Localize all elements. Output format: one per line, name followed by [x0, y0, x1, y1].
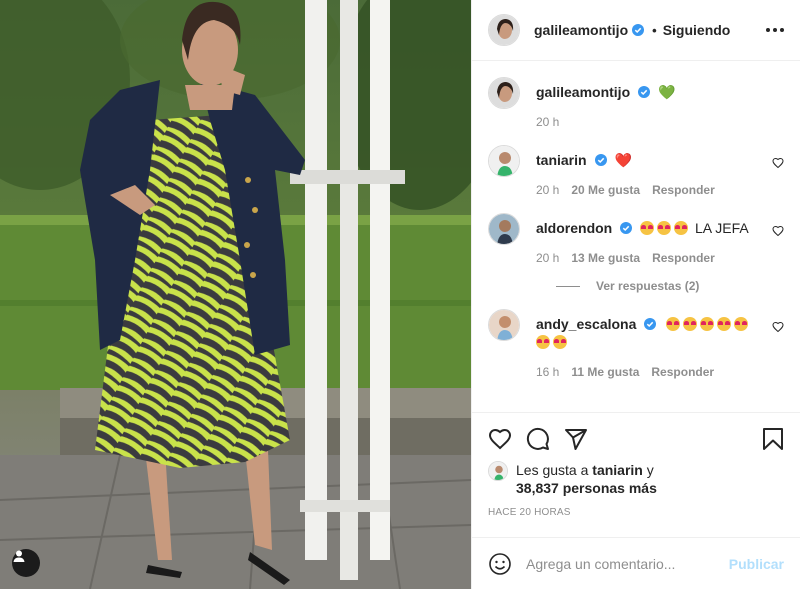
post-actions: Les gusta a taniarin y 38,837 personas m…: [472, 412, 800, 537]
author-username[interactable]: galileamontijo: [534, 22, 628, 38]
comment-time[interactable]: 20 h: [536, 183, 559, 197]
reply-button[interactable]: Responder: [652, 251, 715, 265]
liker-username[interactable]: taniarin: [592, 462, 643, 478]
heart-eyes-emoji: [700, 317, 715, 331]
following-button[interactable]: Siguiendo: [663, 22, 731, 38]
action-bar: [488, 425, 784, 453]
reply-button[interactable]: Responder: [651, 365, 714, 379]
comment-username[interactable]: taniarin: [536, 152, 587, 168]
view-replies-label: Ver respuestas (2): [596, 279, 700, 293]
more-horizontal-icon: [766, 28, 770, 32]
heart-eyes-emoji: [657, 221, 672, 235]
post-side-panel: galileamontijo • Siguiendo galileamontij…: [471, 0, 800, 589]
separator-dot: •: [652, 22, 657, 38]
heart-eyes-emoji: [683, 317, 698, 331]
comment-username[interactable]: aldorendon: [536, 220, 612, 236]
post-caption: galileamontijo 💚 20 h: [488, 77, 784, 129]
comment-likes[interactable]: 11 Me gusta: [571, 365, 639, 379]
smiley-icon[interactable]: [488, 552, 512, 576]
heart-eyes-emoji: [734, 317, 749, 331]
comment-likes[interactable]: 20 Me gusta: [571, 183, 640, 197]
author-avatar[interactable]: [488, 77, 520, 109]
verified-badge-icon: [644, 318, 657, 330]
post-header: galileamontijo • Siguiendo: [472, 0, 800, 61]
verified-badge-icon: [632, 24, 645, 36]
photo-illustration: [0, 0, 471, 589]
comment-item: aldorendon LA JEFA 20 h 13 Me gusta Resp…: [488, 213, 784, 265]
commenter-avatar[interactable]: [488, 213, 520, 245]
paper-plane-icon[interactable]: [564, 427, 588, 451]
heart-eyes-emoji: [536, 335, 550, 349]
likes-conjunction: y: [646, 462, 654, 478]
heart-eyes-emoji: [674, 221, 689, 235]
comment-username[interactable]: andy_escalona: [536, 316, 636, 332]
bookmark-icon[interactable]: [762, 427, 784, 451]
comment-time[interactable]: 20 h: [536, 251, 559, 265]
verified-badge-icon: [620, 222, 633, 234]
heart-eyes-emoji: [640, 221, 655, 235]
commenter-avatar[interactable]: [488, 309, 520, 341]
likes-summary: Les gusta a taniarin y 38,837 personas m…: [488, 461, 784, 497]
comment-text-words: LA JEFA: [695, 220, 749, 236]
verified-badge-icon: [594, 154, 607, 166]
publish-button[interactable]: Publicar: [729, 556, 784, 572]
comment-item: taniarin ❤️ 20 h 20 Me gusta Responder: [488, 145, 784, 197]
comment-text: LA JEFA: [640, 220, 749, 236]
comments-list: galileamontijo 💚 20 h taniarin ❤️ 20 h 2…: [472, 61, 800, 412]
likes-prefix: Les gusta a: [516, 462, 589, 478]
likes-count[interactable]: 38,837 personas más: [516, 480, 657, 496]
comment-input[interactable]: [526, 555, 729, 572]
more-options-button[interactable]: [766, 28, 784, 32]
caption-username[interactable]: galileamontijo: [536, 84, 630, 100]
comment-item: andy_escalona 16 h 11 Me gusta Responder: [488, 309, 784, 379]
heart-eyes-emoji: [717, 317, 732, 331]
heart-eyes-emoji: [553, 335, 567, 349]
comment-time[interactable]: 16 h: [536, 365, 559, 379]
add-comment-bar: Publicar: [472, 537, 800, 589]
post-timestamp[interactable]: HACE 20 HORAS: [488, 507, 784, 518]
post-photo[interactable]: [0, 0, 471, 589]
comment-heart-icon[interactable]: [772, 225, 784, 237]
comment-heart-icon[interactable]: [772, 157, 784, 169]
comment-icon[interactable]: [526, 427, 550, 451]
comment-text: ❤️: [614, 152, 632, 168]
user-tag-button[interactable]: [12, 549, 40, 577]
liker-avatar[interactable]: [488, 461, 508, 481]
comment-heart-icon[interactable]: [772, 321, 784, 333]
heart-icon[interactable]: [488, 427, 512, 451]
caption-time[interactable]: 20 h: [536, 115, 559, 129]
replies-divider: [556, 285, 580, 287]
user-tag-icon: [13, 550, 25, 562]
heart-eyes-emoji: [666, 317, 681, 331]
view-replies-button[interactable]: Ver respuestas (2): [556, 279, 784, 293]
author-avatar[interactable]: [488, 14, 520, 46]
post-dialog: galileamontijo • Siguiendo galileamontij…: [0, 0, 800, 589]
verified-badge-icon: [638, 86, 651, 98]
comment-likes[interactable]: 13 Me gusta: [571, 251, 640, 265]
commenter-avatar[interactable]: [488, 145, 520, 177]
reply-button[interactable]: Responder: [652, 183, 715, 197]
caption-text: 💚: [658, 84, 676, 100]
